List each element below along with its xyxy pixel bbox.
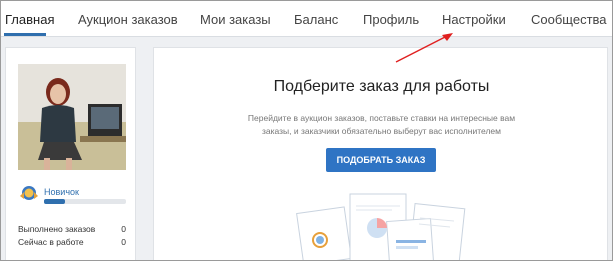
documents-illustration [296,193,466,260]
tab-my-orders[interactable]: Мои заказы [200,12,271,27]
page-frame: Главная Аукцион заказов Мои заказы Балан… [0,0,613,261]
profile-photo-image [18,64,126,170]
active-tab-indicator [4,33,46,36]
main-subtitle: Перейдите в аукцион заказов, поставьте с… [247,113,516,136]
tab-profile[interactable]: Профиль [363,12,419,27]
profile-card: Новичок Выполнено заказов 0 Сейчас в раб… [5,47,136,260]
level-progress-bar [44,199,126,204]
novice-badge-icon [20,186,38,200]
tab-order-auction[interactable]: Аукцион заказов [78,12,178,27]
main-card: Подберите заказ для работы Перейдите в а… [153,47,608,260]
main-title: Подберите заказ для работы [273,78,490,95]
tab-balance[interactable]: Баланс [294,12,338,27]
stat-value: 0 [121,224,126,234]
stat-label: Выполнено заказов [18,224,96,234]
stat-in-progress: Сейчас в работе 0 [18,237,126,247]
find-order-button[interactable]: ПОДОБРАТЬ ЗАКАЗ [326,148,436,172]
stat-label: Сейчас в работе [18,237,84,247]
level-progress-fill [44,199,65,204]
stat-completed-orders: Выполнено заказов 0 [18,224,126,234]
level-label[interactable]: Новичок [44,187,79,197]
top-navigation: Главная Аукцион заказов Мои заказы Балан… [1,1,612,37]
stat-value: 0 [121,237,126,247]
tab-communities[interactable]: Сообщества [531,12,607,27]
tab-settings[interactable]: Настройки [442,12,506,27]
profile-photo[interactable] [18,64,126,170]
tab-main[interactable]: Главная [5,12,54,27]
